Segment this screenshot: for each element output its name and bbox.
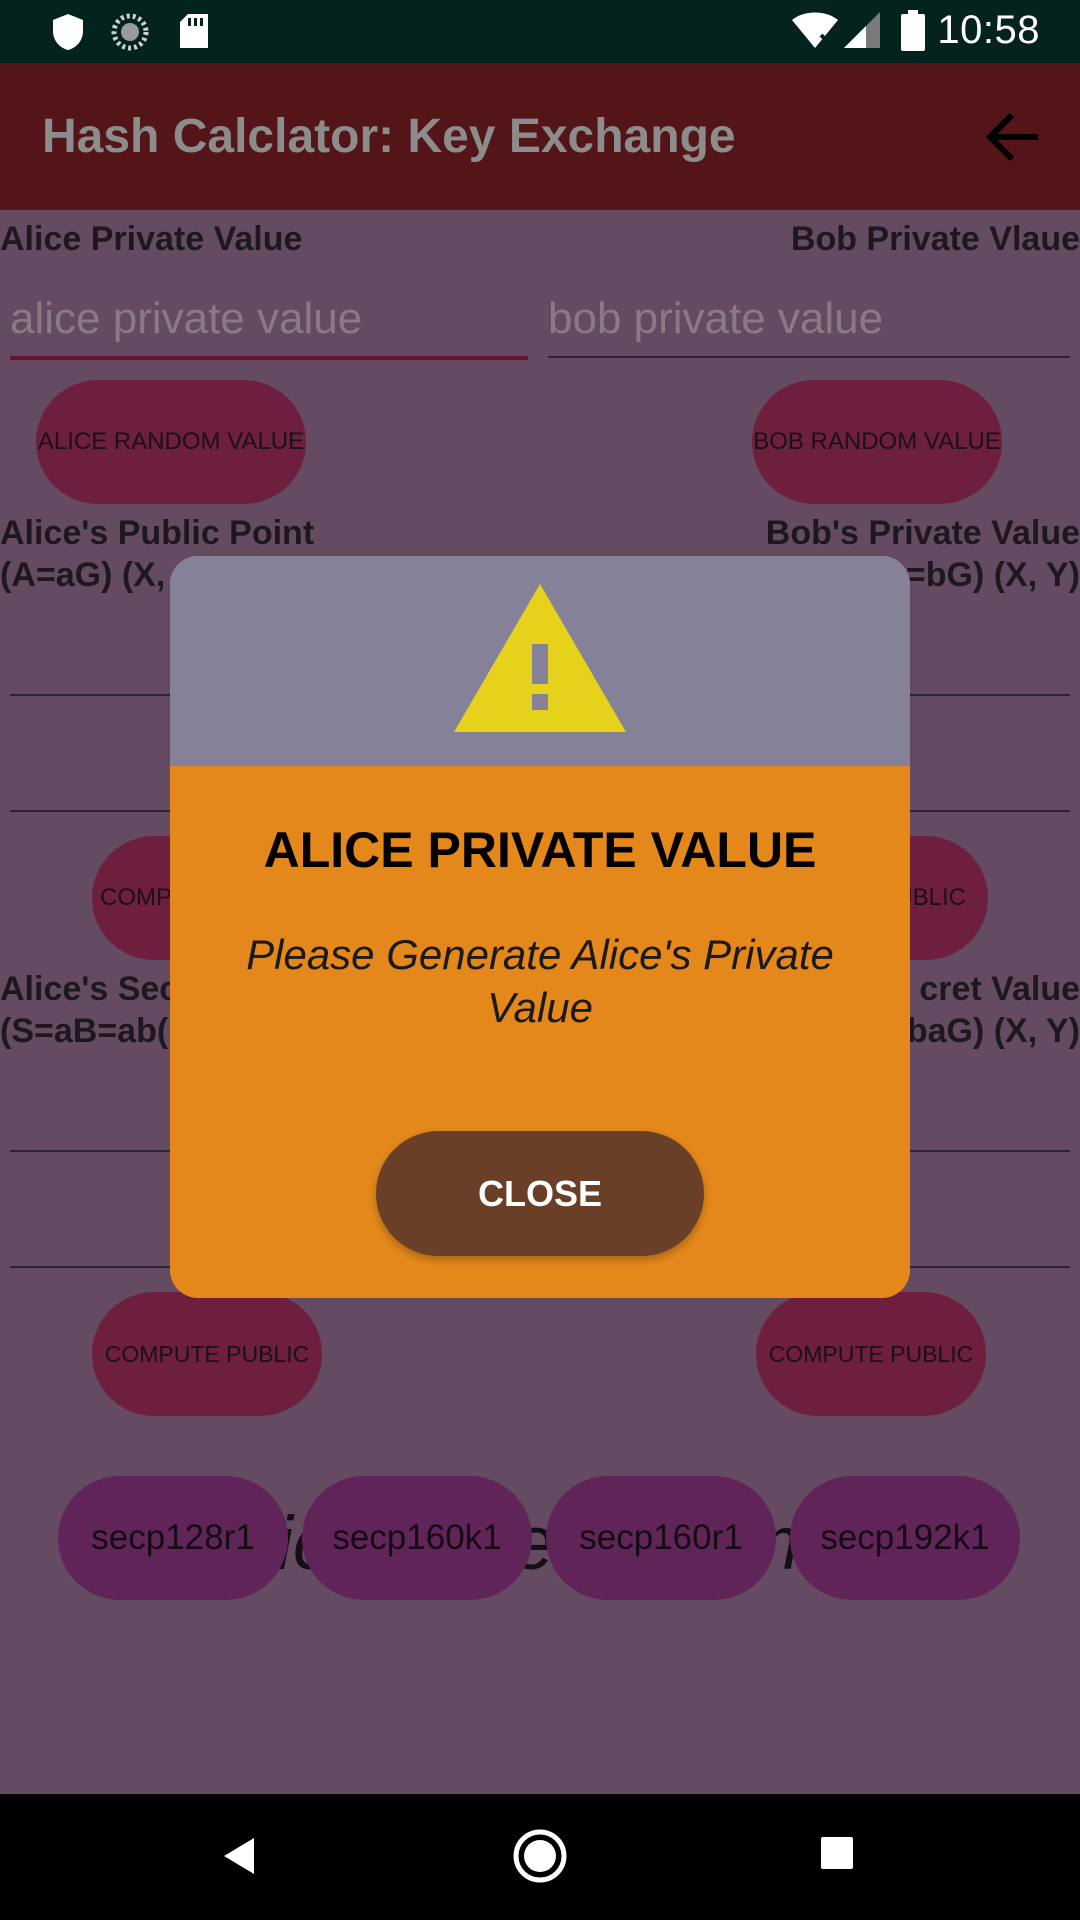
curve-button-secp160k1[interactable]: secp160k1 [302,1476,532,1600]
sd-card-icon [178,12,210,55]
recents-square-icon[interactable] [820,1836,854,1875]
dialog-title: ALICE PRIVATE VALUE [263,822,817,878]
app-title: Hash Calclator: Key Exchange [42,110,736,163]
navigation-bar [0,1794,1080,1920]
bob-input-underline [548,356,1070,358]
dialog-message: Please Generate Alice's Private Value [246,931,834,1031]
bob-secret-label: cret Value baG) (X, Y) [906,970,1080,1050]
alice-secret-label: Alice's Sec (S=aB=ab( [0,970,179,1050]
alice-input-underline [10,356,528,360]
alice-compute-secret-button[interactable]: COMPUTE PUBLIC [92,1292,322,1416]
back-triangle-icon[interactable] [222,1836,256,1881]
arrow-back-icon[interactable] [982,107,1042,172]
clock: 10:58 [937,8,1040,52]
close-button[interactable]: CLOSE [376,1131,704,1256]
wifi-icon [790,10,840,55]
bob-private-label: Bob Private Vlaue [790,220,1080,258]
alert-dialog: ALICE PRIVATE VALUE Please Generate Alic… [170,556,910,1298]
status-bar: 10:58 [0,0,1080,63]
app-bar: Hash Calclator: Key Exchange [0,63,1080,210]
bob-compute-secret-button[interactable]: COMPUTE PUBLIC [756,1292,986,1416]
curve-button-secp192k1[interactable]: secp192k1 [790,1476,1020,1600]
signal-icon [842,10,882,55]
curve-button-secp160r1[interactable]: secp160r1 [546,1476,776,1600]
home-circle-icon[interactable] [512,1828,568,1889]
sync-icon [110,12,150,57]
bob-private-input[interactable]: bob private value [548,294,883,344]
alice-private-label: Alice Private Value [0,220,303,258]
dialog-header [170,556,910,766]
battery-icon [900,10,926,57]
alice-random-value-button[interactable]: ALICE RANDOM VALUE [36,380,306,504]
alice-private-input[interactable]: alice private value [10,294,362,344]
shield-icon [50,12,86,57]
bob-random-value-button[interactable]: BOB RANDOM VALUE [752,380,1002,504]
warning-icon [452,582,628,739]
curve-button-secp128r1[interactable]: secp128r1 [58,1476,288,1600]
